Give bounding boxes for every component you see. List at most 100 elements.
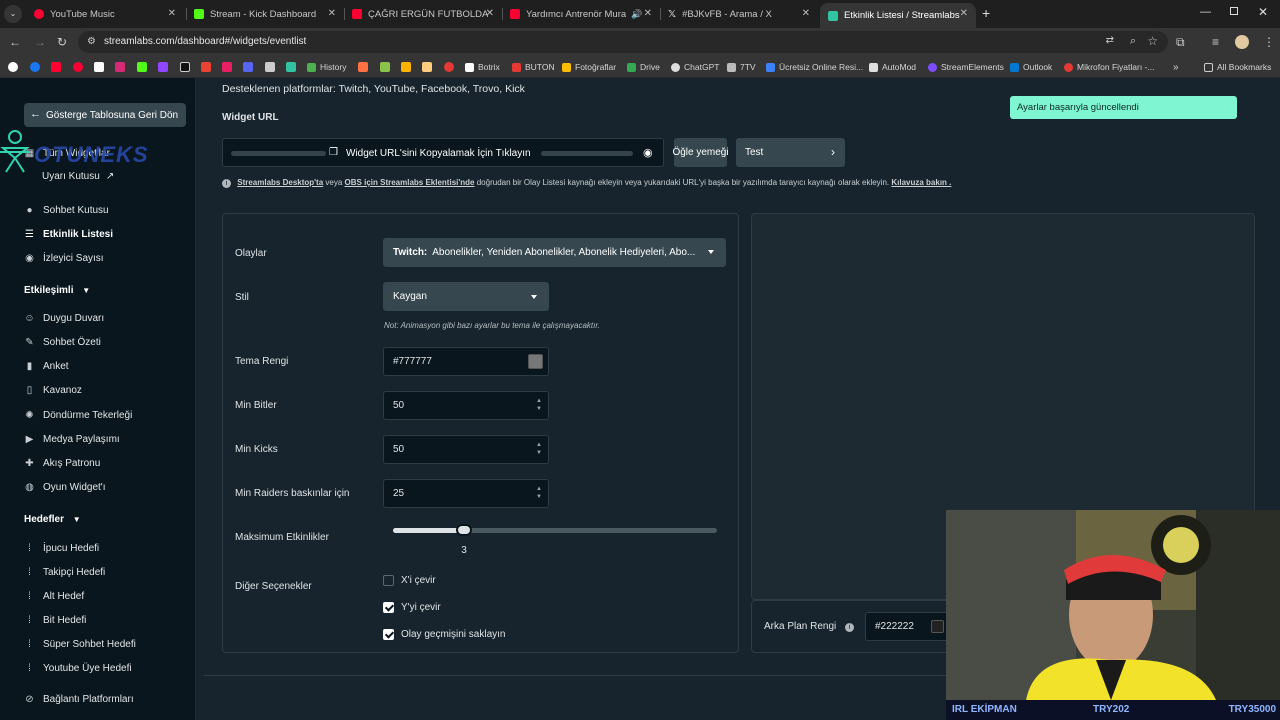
events-select[interactable]: Twitch: Abonelikler, Yeniden Abonelikler… (383, 238, 726, 267)
bookmark-star-icon[interactable]: ☆ (1147, 34, 1158, 48)
sidebar-item-tip-jar[interactable]: ▯ Kavanoz (24, 382, 82, 398)
sidebar-item-superchat-goal[interactable]: ⁞ Süper Sohbet Hedefi (24, 636, 136, 652)
more-bookmarks-chevron[interactable]: » (1173, 61, 1179, 73)
sidebar-item-follower-goal[interactable]: ⁞ Takipçi Hedefi (24, 564, 105, 580)
media-controls-icon[interactable]: ≡ (1212, 35, 1219, 49)
bookmark-history[interactable]: History (307, 61, 346, 73)
flip-x-option[interactable]: X'i çevir (383, 573, 436, 587)
bookmark-automod[interactable]: AutoMod (869, 61, 916, 73)
bg-color-input[interactable]: #222222 (865, 612, 950, 641)
slider-handle[interactable] (456, 524, 473, 536)
sidebar-item-stream-boss[interactable]: ✚ Akış Patronu (24, 455, 100, 471)
all-bookmarks[interactable]: All Bookmarks (1204, 61, 1271, 73)
bookmark-free-online[interactable]: Ücretsiz Online Resi... (766, 61, 863, 73)
bookmark-botrix[interactable]: Botrix (465, 61, 500, 73)
browser-tab-x-search[interactable]: 𝕏 #BJKvFB - Arama / X ✕ (660, 3, 818, 25)
restore-icon[interactable] (1230, 7, 1238, 15)
browser-tab-youtube-video-2[interactable]: Yardımcı Antrenör Murat Ka 🔊 ✕ (502, 3, 660, 25)
eye-icon[interactable]: ◉ (643, 146, 653, 159)
close-tab-icon[interactable]: ✕ (486, 8, 494, 19)
facebook-bookmark-icon[interactable] (30, 62, 40, 72)
style-select[interactable]: Kaygan (383, 282, 549, 311)
twitch-bookmark-icon[interactable] (158, 62, 168, 72)
sidebar-item-game-widget[interactable]: ◍ Oyun Widget'ı (24, 479, 105, 495)
sidebar-item-emote-wall[interactable]: ☺ Duygu Duvarı (24, 310, 104, 326)
sidebar-item-alert-box[interactable]: Uyarı Kutusu ↗ (24, 168, 114, 184)
streamlabs-desktop-link[interactable]: Streamlabs Desktop'ta (237, 178, 323, 187)
keep-history-checkbox[interactable] (383, 628, 394, 640)
number-stepper-icon[interactable]: ▲ ▼ (536, 441, 542, 457)
youtube-bookmark-icon[interactable] (51, 62, 61, 72)
close-tab-icon[interactable]: ✕ (802, 8, 810, 19)
reload-icon[interactable]: ↻ (57, 35, 67, 49)
sidebar-item-connect-platforms[interactable]: ⊘ Bağlantı Platformları (24, 691, 133, 707)
sidebar-item-media-share[interactable]: ▶ Medya Paylaşımı (24, 431, 120, 447)
x-bookmark-icon[interactable] (94, 62, 104, 72)
kick-bookmark-icon[interactable] (137, 62, 147, 72)
speaker-icon[interactable]: 🔊 (631, 9, 642, 20)
obs-plugin-link[interactable]: OBS için Streamlabs Eklentisi'nde (345, 178, 475, 187)
forward-arrow-icon[interactable]: → (34, 35, 46, 49)
translate-icon[interactable]: ⇄ (1106, 35, 1114, 46)
theme-color-swatch[interactable] (528, 354, 543, 369)
address-bar[interactable]: ⚙ streamlabs.com/dashboard#/widgets/even… (78, 31, 1168, 53)
minimize-icon[interactable]: — (1200, 6, 1211, 18)
new-tab-icon[interactable]: + (982, 6, 990, 20)
min-kicks-input[interactable]: 50 ▲ ▼ (383, 435, 549, 464)
bookmark-chatgpt[interactable]: ChatGPT (671, 61, 719, 73)
bookmark-7tv[interactable]: 7TV (727, 61, 756, 73)
google-bookmark-icon[interactable] (8, 62, 18, 72)
sidebar-item-sub-goal[interactable]: ⁞ Alt Hedef (24, 588, 84, 604)
back-to-dashboard-button[interactable]: ← Gösterge Tablosuna Geri Dön (24, 103, 186, 127)
bookmark-buton[interactable]: BUTON (512, 61, 555, 73)
app-bookmark-icon[interactable] (222, 62, 232, 72)
browser-menu-icon[interactable]: ⋮ (1263, 35, 1275, 49)
bookmark-outlook[interactable]: Outlook (1010, 61, 1052, 73)
flip-y-checkbox[interactable] (383, 601, 394, 613)
streamlabs-bookmark-icon[interactable] (286, 62, 296, 72)
sidebar-item-chat-box[interactable]: ● Sohbet Kutusu (24, 202, 108, 218)
number-stepper-icon[interactable]: ▲ ▼ (536, 485, 542, 501)
x-shape-bookmark-icon[interactable] (380, 62, 390, 72)
lunch-button[interactable]: Öğle yemeği (672, 138, 729, 167)
browser-tab-kick[interactable]: Stream - Kick Dashboard ✕ (186, 3, 344, 25)
bg-color-swatch[interactable] (931, 620, 944, 633)
test-button[interactable]: Test › (736, 138, 845, 167)
profile-avatar[interactable] (1235, 35, 1249, 49)
sidebar-item-tip-goal[interactable]: ⁞ İpucu Hedefi (24, 540, 99, 556)
bookmark-fotograflar[interactable]: Fotoğraflar (562, 61, 616, 73)
bolt-bookmark-icon[interactable] (401, 62, 411, 72)
min-raiders-input[interactable]: 25 ▲ ▼ (383, 479, 549, 508)
sidebar-item-spin-wheel[interactable]: ✺ Döndürme Tekerleği (24, 407, 132, 423)
circle-bookmark-icon[interactable] (444, 62, 454, 72)
section-interactive[interactable]: Etkileşimli ▼ (24, 285, 90, 296)
tab-search-button[interactable]: ⌄ (4, 5, 22, 23)
youtube-music-bookmark-icon[interactable] (73, 62, 83, 72)
sidebar-item-event-list[interactable]: ☰ Etkinlik Listesi (24, 226, 113, 242)
widget-url-field[interactable]: ❐ Widget URL'sini Kopyalamak İçin Tıklay… (222, 138, 664, 167)
browser-tab-streamlabs[interactable]: Etkinlik Listesi / Streamlabs ✕ (820, 3, 976, 28)
flip-x-checkbox[interactable] (383, 574, 394, 586)
sidebar-item-poll[interactable]: ▮ Anket (24, 358, 69, 374)
theme-color-input[interactable]: #777777 (383, 347, 549, 376)
sidebar-item-viewer-count[interactable]: ◉ İzleyici Sayısı (24, 250, 103, 266)
discord-bookmark-icon[interactable] (243, 62, 253, 72)
close-tab-icon[interactable]: ✕ (644, 8, 652, 19)
min-bits-input[interactable]: 50 ▲ ▼ (383, 391, 549, 420)
bookmark-streamelements[interactable]: StreamElements (928, 61, 1004, 73)
close-tab-icon[interactable]: ✕ (168, 8, 176, 19)
gmail-bookmark-icon[interactable] (201, 62, 211, 72)
browser-tab-youtube-music[interactable]: YouTube Music ✕ (26, 3, 184, 25)
k-bookmark-icon[interactable] (358, 62, 368, 72)
tiktok-bookmark-icon[interactable] (180, 62, 190, 72)
close-tab-icon[interactable]: ✕ (960, 8, 968, 19)
flip-y-option[interactable]: Y'yi çevir (383, 600, 441, 614)
sidebar-item-chat-highlight[interactable]: ✎ Sohbet Özeti (24, 334, 101, 350)
bookmark-app-icon[interactable] (265, 62, 275, 72)
instagram-bookmark-icon[interactable] (115, 62, 125, 72)
back-arrow-icon[interactable]: ← (9, 35, 21, 49)
sidebar-item-youtube-member-goal[interactable]: ⁞ Youtube Üye Hedefi (24, 660, 131, 676)
info-icon[interactable]: i (845, 623, 855, 632)
close-window-icon[interactable]: ✕ (1258, 5, 1268, 19)
number-stepper-icon[interactable]: ▲ ▼ (536, 397, 542, 413)
